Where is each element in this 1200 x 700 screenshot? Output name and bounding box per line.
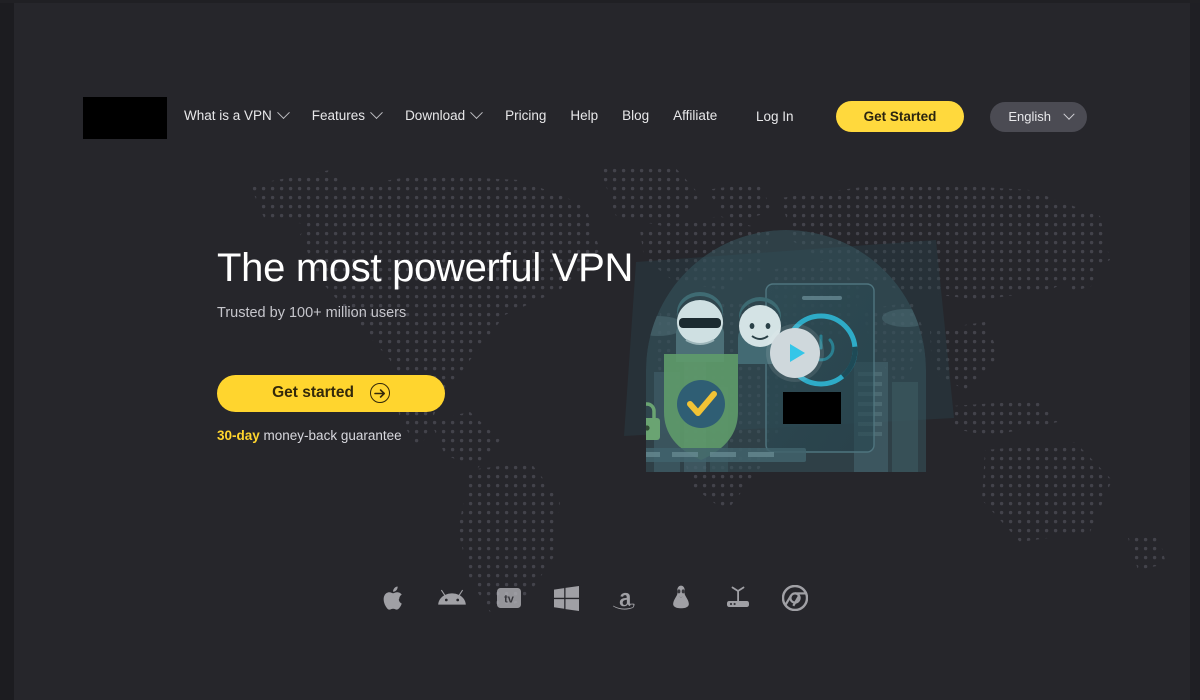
arrow-right-circle-icon (369, 383, 390, 404)
site-header: What is a VPN Features Download Pricing … (0, 95, 1200, 145)
letterbox-right (1190, 0, 1200, 700)
play-video-button[interactable] (770, 328, 820, 378)
windows-icon[interactable] (551, 583, 581, 613)
cta-label: Get started (272, 384, 354, 402)
amazon-icon[interactable] (609, 583, 639, 613)
site-logo[interactable] (83, 97, 167, 139)
nav-item-what-is-a-vpn[interactable]: What is a VPN (184, 106, 290, 123)
language-selector[interactable]: English (990, 101, 1087, 132)
chevron-down-icon (276, 106, 290, 120)
android-icon[interactable] (437, 583, 467, 613)
nav-label: Blog (622, 108, 650, 123)
nav-item-download[interactable]: Download (405, 106, 483, 123)
nav-item-blog[interactable]: Blog (622, 109, 649, 123)
hero-section: The most powerful VPN Trusted by 100+ mi… (217, 246, 637, 443)
play-triangle-icon (789, 344, 805, 362)
redacted-badge (783, 392, 841, 424)
guarantee-text: money-back guarantee (259, 427, 402, 443)
nav-item-pricing[interactable]: Pricing (505, 109, 546, 123)
nav-label: Download (405, 108, 466, 123)
nav-item-affiliate[interactable]: Affiliate (673, 109, 717, 123)
hero-title: The most powerful VPN (217, 246, 634, 290)
chevron-down-icon (370, 106, 383, 120)
nav-label: Help (570, 108, 599, 123)
letterbox-top (0, 0, 1200, 3)
guarantee-highlight: 30-day (217, 427, 260, 443)
svg-text:tv: tv (504, 594, 515, 606)
primary-navigation: What is a VPN Features Download Pricing … (184, 106, 741, 123)
apple-tv-icon[interactable]: tv (494, 583, 524, 613)
supported-platforms: tv (380, 578, 810, 618)
router-icon[interactable] (723, 583, 753, 613)
page-root: What is a VPN Features Download Pricing … (0, 0, 1200, 700)
login-link[interactable]: Log In (756, 109, 794, 124)
header-get-started-button[interactable]: Get Started (835, 101, 965, 132)
nav-label: Affiliate (673, 108, 718, 123)
nav-item-help[interactable]: Help (570, 109, 598, 123)
chevron-down-icon (1063, 108, 1075, 120)
nav-label: Features (311, 108, 366, 123)
hero-subtitle: Trusted by 100+ million users (217, 304, 407, 321)
nav-label: Pricing (505, 108, 547, 123)
letterbox-left (0, 0, 14, 700)
chrome-icon[interactable] (780, 583, 810, 613)
nav-item-features[interactable]: Features (311, 106, 383, 123)
money-back-guarantee: 30-day money-back guarantee (217, 428, 637, 443)
linux-icon[interactable] (666, 583, 696, 613)
apple-icon[interactable] (380, 583, 410, 613)
hero-get-started-button[interactable]: Get started (217, 374, 445, 412)
language-label: English (1008, 109, 1051, 124)
nav-label: What is a VPN (184, 108, 272, 123)
chevron-down-icon (470, 106, 483, 120)
header-actions: Log In Get Started English (756, 101, 1087, 132)
